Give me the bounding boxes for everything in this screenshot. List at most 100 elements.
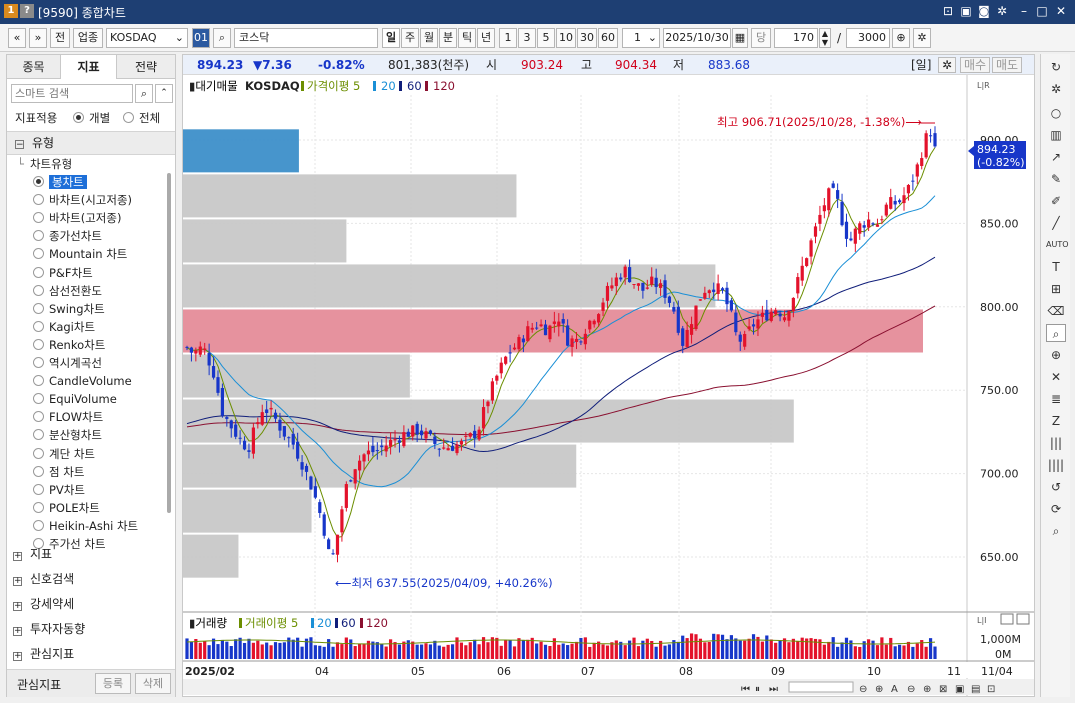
tab-stocks[interactable]: 종목 (7, 55, 61, 79)
undo-icon[interactable]: ↺ (1046, 478, 1066, 496)
chart-type-item[interactable]: 역시계곡선 (33, 354, 102, 372)
zoom-area-icon[interactable]: ⊕ (1046, 346, 1066, 364)
apply-all-radio[interactable]: 전체 (123, 110, 160, 126)
interval-30[interactable]: 30 (577, 28, 597, 48)
interval-10[interactable]: 10 (556, 28, 576, 48)
cross-icon[interactable]: ✕ (1046, 368, 1066, 386)
sell-button[interactable]: 매도 (992, 57, 1022, 73)
all-button[interactable]: 전 (50, 28, 70, 48)
chart-type-item[interactable]: Swing차트 (33, 300, 105, 318)
prev-code-button[interactable]: « (8, 28, 26, 48)
chart-type-item[interactable]: 종가선차트 (33, 227, 102, 245)
text-icon[interactable]: T (1046, 258, 1066, 276)
chart-type-item[interactable]: 바차트(시고저종) (33, 191, 132, 209)
bar-count-field[interactable]: 170 (774, 28, 818, 48)
save-icon[interactable]: ▣ (958, 3, 974, 19)
fib-icon[interactable]: ≣ (1046, 390, 1066, 408)
period-week[interactable]: 주 (401, 28, 419, 48)
group-investor-trend[interactable]: + 투자자동향 (13, 618, 85, 640)
all-icon[interactable]: ⊞ (1046, 280, 1066, 298)
interval-1[interactable]: 1 (499, 28, 517, 48)
subcategory-chart-type[interactable]: └ 차트유형 (17, 155, 72, 173)
apply-individual-radio[interactable]: 개별 (73, 110, 110, 126)
chart-type-item[interactable]: 점 차트 (33, 463, 84, 481)
market-select[interactable]: KOSDAQ ⌄ (106, 28, 188, 48)
chart-type-item[interactable]: CandleVolume (33, 372, 132, 390)
eraser-icon[interactable]: ⌫ (1046, 302, 1066, 320)
settings-icon[interactable]: ✲ (1046, 80, 1066, 98)
gear-icon[interactable]: ✲ (994, 3, 1010, 19)
group-indicators[interactable]: + 지표 (13, 543, 52, 565)
chart-type-item[interactable]: FLOW차트 (33, 408, 103, 426)
sector-button[interactable]: 업종 (73, 28, 103, 48)
code-badge[interactable]: 01 (192, 28, 210, 48)
group-strength[interactable]: + 강세약세 (13, 593, 74, 615)
group-signal-search[interactable]: + 신호검색 (13, 568, 74, 590)
chart-type-item[interactable]: 봉차트 (33, 173, 87, 191)
gear-icon[interactable]: ✲ (938, 57, 956, 73)
minimize-icon[interactable]: – (1016, 3, 1032, 19)
period-day[interactable]: 일 (382, 28, 400, 48)
chart-type-item[interactable]: 분산형차트 (33, 426, 102, 444)
chart-type-item[interactable]: 삼선전환도 (33, 282, 102, 300)
period-tick[interactable]: 틱 (458, 28, 476, 48)
date-field[interactable]: 2025/10/30 (663, 28, 731, 48)
trend-icon[interactable]: ↗ (1046, 148, 1066, 166)
search-icon[interactable]: ⌕ (213, 28, 231, 48)
period-month[interactable]: 월 (420, 28, 438, 48)
stock-name-field[interactable]: 코스닥 (234, 28, 378, 48)
chart-type-item[interactable]: P&F차트 (33, 264, 93, 282)
chart-type-item[interactable]: PV차트 (33, 481, 85, 499)
zigzag-icon[interactable]: Z (1046, 412, 1066, 430)
gear-icon[interactable]: ✲ (913, 28, 931, 48)
line-icon[interactable]: ╱ (1046, 214, 1066, 232)
interval-3[interactable]: 3 (518, 28, 536, 48)
search-icon[interactable]: ⌕ (135, 84, 153, 103)
bar-chart-icon[interactable]: ▥ (1046, 126, 1066, 144)
link-icon[interactable]: ⊡ (940, 3, 956, 19)
close-icon[interactable]: ✕ (1053, 3, 1069, 19)
camera-icon[interactable]: ◙ (976, 3, 992, 19)
category-type[interactable]: − 유형 (7, 131, 175, 155)
buy-button[interactable]: 매수 (960, 57, 990, 73)
current-button[interactable]: 당 (751, 28, 771, 48)
pen-icon[interactable]: ✐ (1046, 192, 1066, 210)
refresh-icon[interactable]: ↻ (1046, 58, 1066, 76)
chart-type-item[interactable]: Mountain 차트 (33, 245, 127, 263)
vertical-lines-icon[interactable]: ||| (1046, 434, 1066, 452)
collapse-icon[interactable]: ⌃ (155, 84, 173, 103)
price-chart[interactable]: 900.00850.00800.00750.00700.00650.00L|RL… (183, 75, 1034, 696)
smart-search-input[interactable] (11, 84, 133, 103)
delete-button[interactable]: 삭제 (135, 673, 171, 694)
redo-icon[interactable]: ⟳ (1046, 500, 1066, 518)
chart-type-item[interactable]: Renko차트 (33, 336, 105, 354)
chart-type-item[interactable]: Heikin-Ashi 차트 (33, 517, 138, 535)
calendar-icon[interactable]: ▦ (732, 28, 748, 48)
period-year[interactable]: 년 (477, 28, 495, 48)
brush-icon[interactable]: ✎ (1046, 170, 1066, 188)
circle-icon[interactable]: ○ (1046, 104, 1066, 122)
count-field[interactable]: 1 ⌄ (622, 28, 660, 48)
interval-60[interactable]: 60 (598, 28, 618, 48)
chart-type-item[interactable]: EquiVolume (33, 390, 117, 408)
maximize-icon[interactable]: □ (1034, 3, 1050, 19)
list-scrollbar[interactable] (167, 173, 171, 513)
register-button[interactable]: 등록 (95, 673, 131, 694)
auto-line-icon[interactable]: AUTO (1046, 236, 1069, 254)
tab-strategy[interactable]: 전략 (117, 55, 175, 79)
chart-type-item[interactable]: Kagi차트 (33, 318, 95, 336)
chart-type-item[interactable]: 바차트(고저종) (33, 209, 121, 227)
spinner-icon[interactable]: ▲ ▼ (819, 28, 831, 48)
chart-type-item[interactable]: POLE차트 (33, 499, 100, 517)
period-minute[interactable]: 분 (439, 28, 457, 48)
chart-type-item[interactable]: 계단 차트 (33, 445, 95, 463)
help-icon[interactable]: ? (20, 4, 34, 18)
next-code-button[interactable]: » (29, 28, 47, 48)
multi-lines-icon[interactable]: |||| (1046, 456, 1066, 474)
zoom-icon[interactable]: ⊕ (892, 28, 910, 48)
total-count-field[interactable]: 3000 (846, 28, 890, 48)
interval-5[interactable]: 5 (537, 28, 555, 48)
group-favorites[interactable]: + 관심지표 (13, 643, 74, 665)
magnifier-icon[interactable]: ⌕ (1046, 324, 1066, 342)
tab-indicators[interactable]: 지표 (61, 55, 117, 79)
